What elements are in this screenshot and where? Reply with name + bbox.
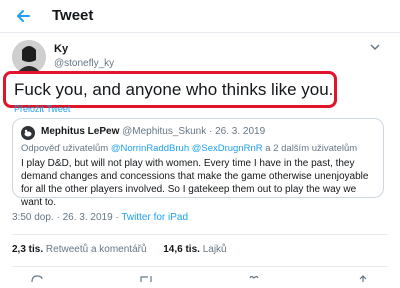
retweet-icon[interactable] xyxy=(139,270,153,282)
avatar[interactable] xyxy=(12,40,46,74)
tweet-timestamp: 3:50 dop. · 26. 3. 2019 · Twitter for iP… xyxy=(12,212,188,223)
quoted-header: Mephitus LePew @Mephitus_Skunk · 26. 3. … xyxy=(41,126,265,137)
reply-prefix: Odpověď uživatelům xyxy=(21,143,109,154)
quoted-display-name[interactable]: Mephitus LePew xyxy=(41,126,119,137)
quoted-tweet[interactable]: Mephitus LePew @Mephitus_Skunk · 26. 3. … xyxy=(12,118,384,208)
arrow-left-icon xyxy=(17,10,30,22)
quoted-handle[interactable]: @Mephitus_Skunk xyxy=(122,126,206,137)
more-options-button[interactable] xyxy=(368,40,382,54)
divider xyxy=(12,266,388,267)
like-icon[interactable] xyxy=(247,270,261,279)
divider xyxy=(12,234,388,235)
likes-stat[interactable]: 14,6 tis. Lajků xyxy=(163,244,226,255)
quoted-date: · 26. 3. 2019 xyxy=(209,126,266,137)
source-link[interactable]: Twitter for iPad xyxy=(121,212,188,223)
quoted-avatar xyxy=(21,126,35,140)
author-display-name[interactable]: Ky xyxy=(54,43,68,55)
page-title: Tweet xyxy=(52,7,94,24)
skunk-icon xyxy=(24,129,32,137)
likes-count: 14,6 tis. xyxy=(163,244,200,255)
action-bar xyxy=(30,270,370,283)
likes-label: Lajků xyxy=(202,244,227,255)
share-icon[interactable] xyxy=(356,270,370,282)
engagement-stats: 2,3 tis. Retweetů a komentářů 14,6 tis. … xyxy=(12,244,227,255)
timestamp-text: 3:50 dop. · 26. 3. 2019 · xyxy=(12,212,119,223)
retweets-count: 2,3 tis. xyxy=(12,244,44,255)
highlight-box xyxy=(3,71,337,108)
reply-suffix: a 2 dalším uživatelům xyxy=(265,143,358,154)
chevron-down-icon xyxy=(370,44,380,51)
author-handle[interactable]: @stonefly_ky xyxy=(54,58,114,69)
retweets-label: Retweetů a komentářů xyxy=(45,244,147,255)
reply-icon[interactable] xyxy=(30,270,44,283)
quoted-text: I play D&D, but will not play with women… xyxy=(21,158,369,208)
reply-mentions[interactable]: @NorrinRaddBruh @SexDrugnRnR xyxy=(111,143,263,154)
back-button[interactable] xyxy=(12,5,34,27)
avatar-image xyxy=(12,40,46,74)
reply-context: Odpověď uživatelům @NorrinRaddBruh @SexD… xyxy=(21,143,357,154)
top-bar: Tweet xyxy=(0,0,400,33)
retweets-stat[interactable]: 2,3 tis. Retweetů a komentářů xyxy=(12,244,147,255)
translate-link[interactable]: Přeložit Tweet xyxy=(14,104,70,114)
